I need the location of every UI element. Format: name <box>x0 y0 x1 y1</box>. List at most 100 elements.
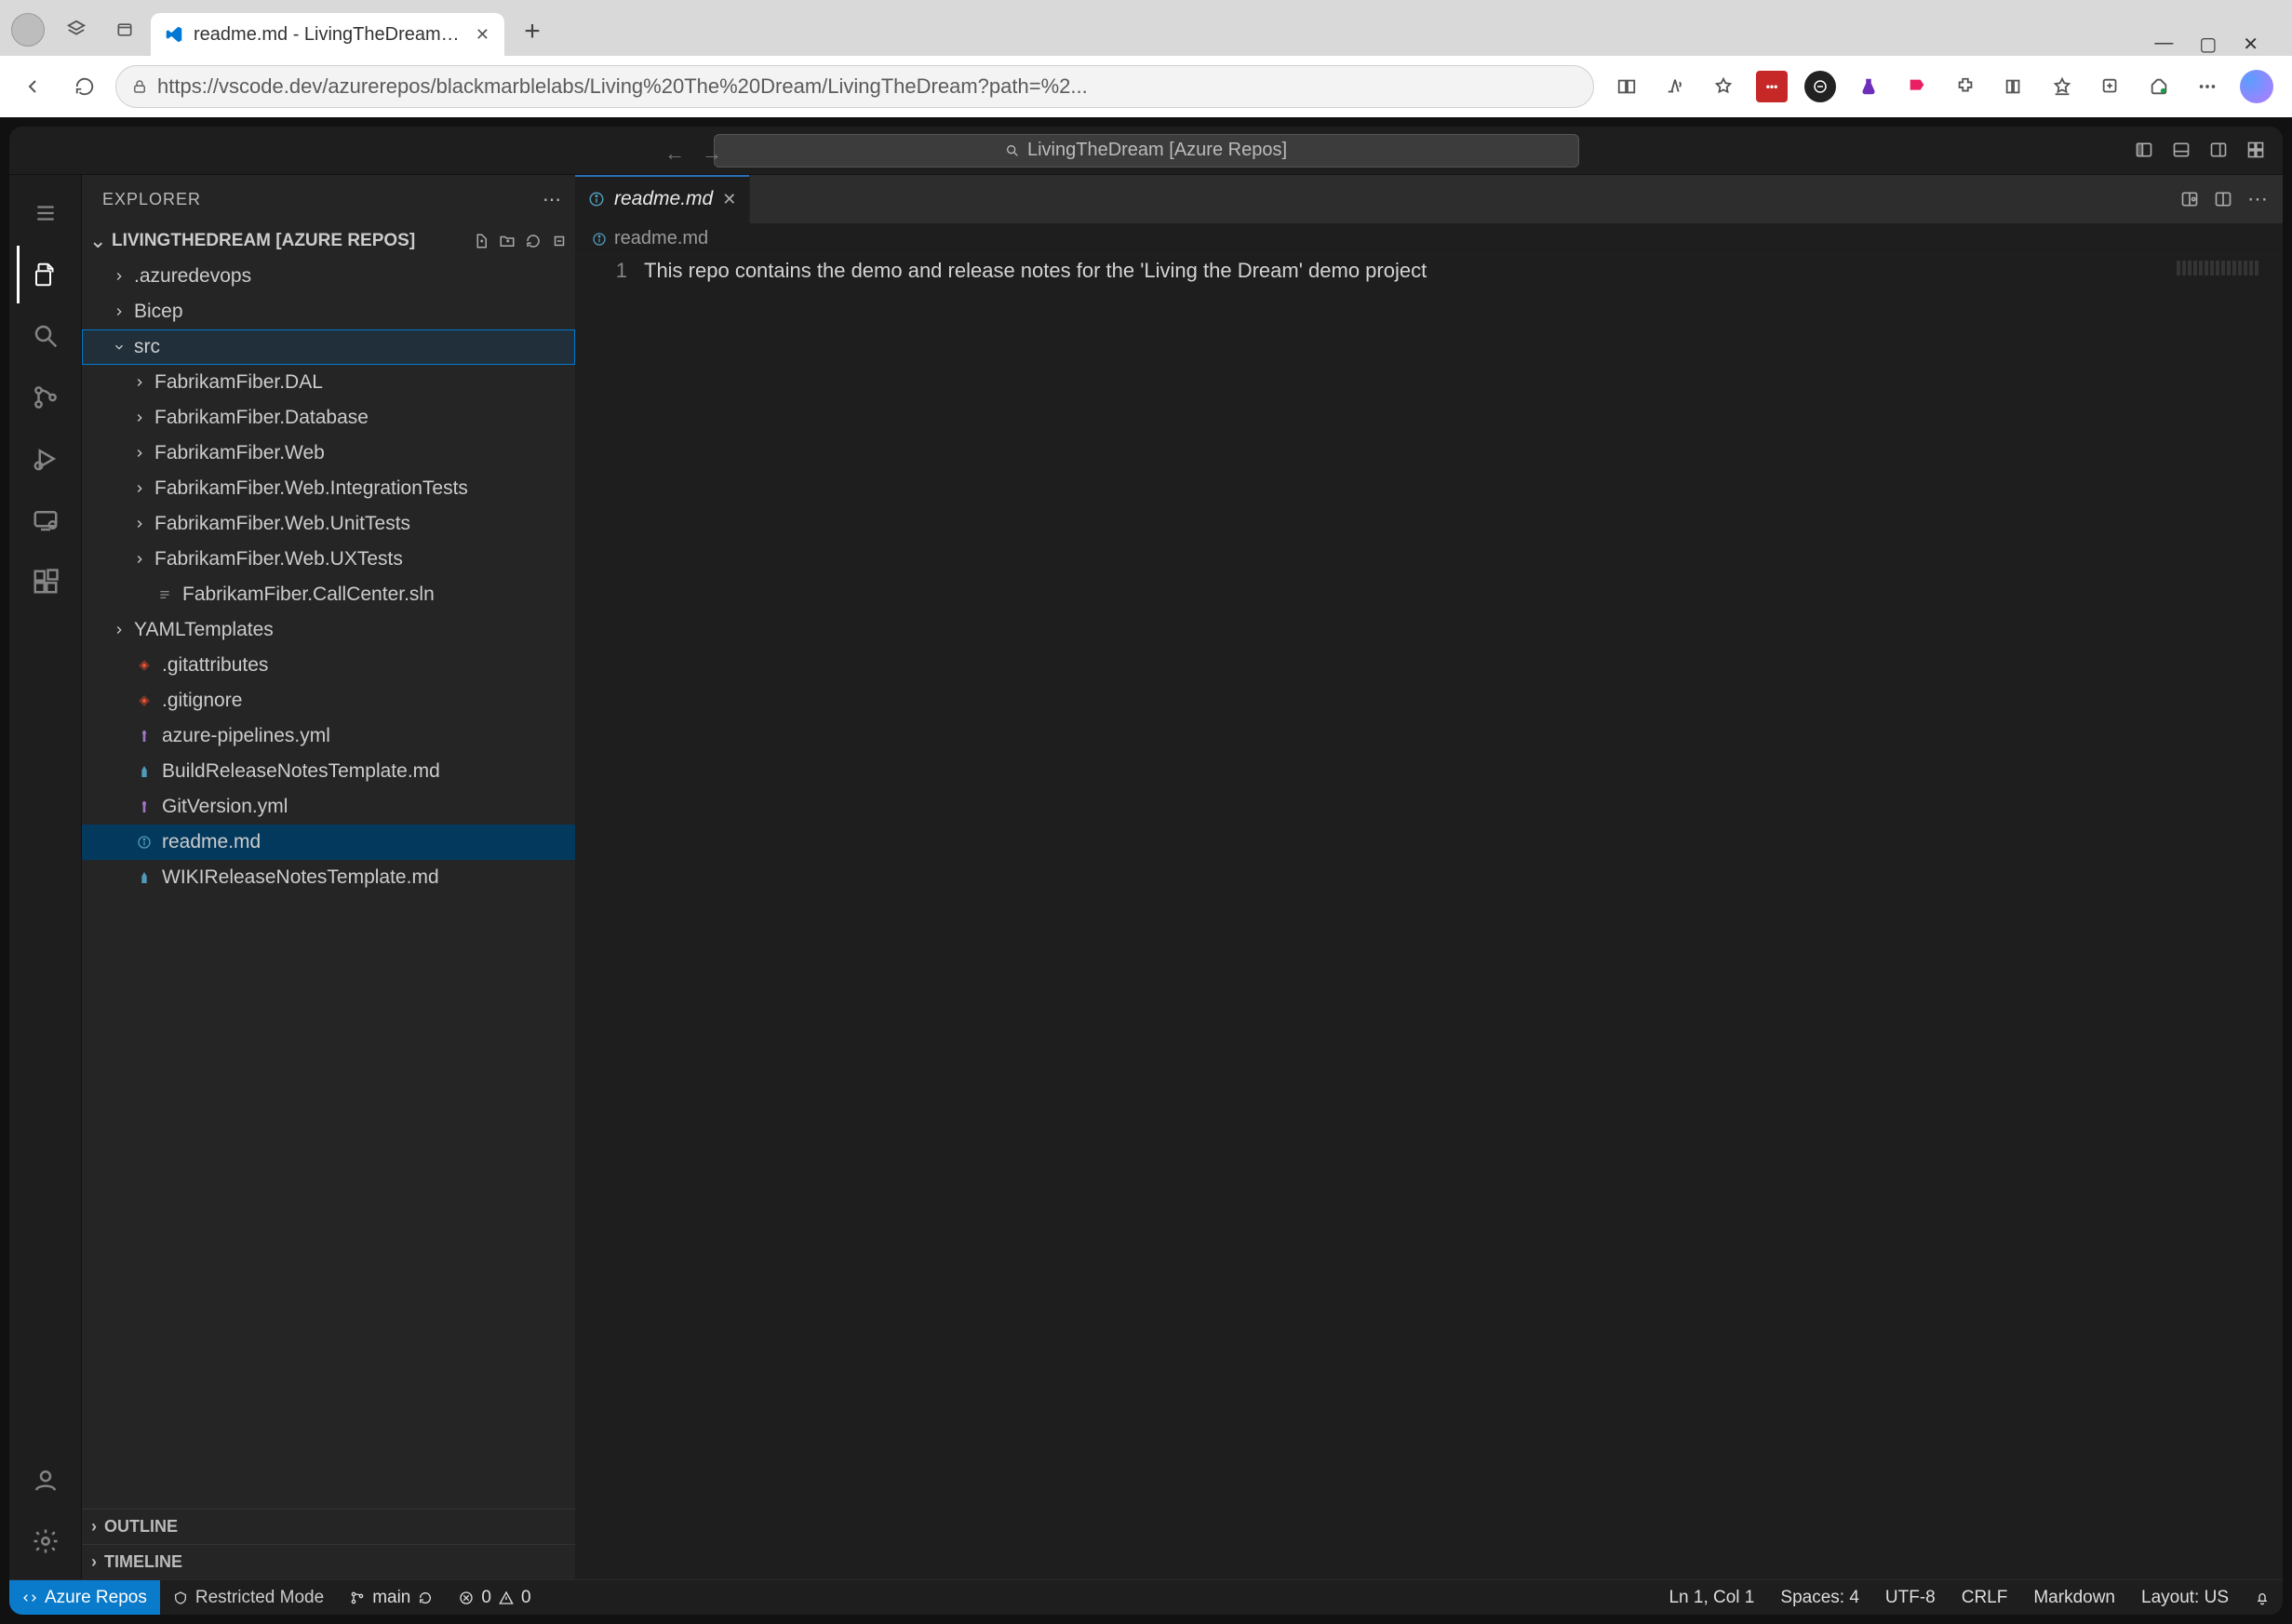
breadcrumb[interactable]: readme.md <box>575 223 2283 255</box>
minimap[interactable] <box>2177 261 2260 275</box>
explorer-icon[interactable] <box>17 246 74 303</box>
toggle-sidebar-icon[interactable] <box>2130 136 2158 164</box>
tree-file[interactable]: azure-pipelines.yml <box>82 718 575 754</box>
tab-close-icon[interactable]: ✕ <box>474 23 491 47</box>
split-editor-icon[interactable] <box>2214 190 2232 208</box>
tree-folder[interactable]: .azuredevops <box>82 259 575 294</box>
status-notifications-icon[interactable] <box>2242 1580 2283 1615</box>
shopping-icon[interactable] <box>2143 71 2175 102</box>
timeline-section[interactable]: › TIMELINE <box>82 1544 575 1579</box>
tree-file[interactable]: FabrikamFiber.CallCenter.sln <box>82 577 575 612</box>
status-branch[interactable]: main <box>337 1580 446 1615</box>
editor-more-icon[interactable]: ⋯ <box>2247 187 2268 211</box>
status-encoding[interactable]: UTF-8 <box>1872 1580 1949 1615</box>
lastpass-icon[interactable]: ••• <box>1756 71 1788 102</box>
command-center[interactable]: LivingTheDream [Azure Repos] <box>714 134 1579 168</box>
tree-folder[interactable]: FabrikamFiber.Web.UXTests <box>82 542 575 577</box>
code-area[interactable]: 1 This repo contains the demo and releas… <box>575 255 2283 1579</box>
extensions-icon[interactable] <box>1950 71 1981 102</box>
status-azure-repos[interactable]: Azure Repos <box>9 1580 160 1615</box>
sidebar-more-icon[interactable]: ⋯ <box>543 188 562 211</box>
editor-area: readme.md ✕ ⋯ r <box>575 175 2283 1579</box>
tree-file[interactable]: .gitattributes <box>82 648 575 683</box>
favorites-bar-icon[interactable] <box>2046 71 2078 102</box>
file-tree[interactable]: .azuredevopsBicepsrc FabrikamFiber.DAL Fab… <box>82 259 575 1509</box>
copilot-icon[interactable] <box>2240 70 2273 103</box>
chevron-icon <box>132 411 147 424</box>
tree-file[interactable]: GitVersion.yml <box>82 789 575 825</box>
new-folder-icon[interactable] <box>499 233 516 249</box>
browser-tab-active[interactable]: readme.md - LivingTheDream [Az ✕ <box>151 13 504 56</box>
status-restricted[interactable]: Restricted Mode <box>160 1580 337 1615</box>
read-aloud-icon[interactable] <box>1659 71 1691 102</box>
sidebar: EXPLORER ⋯ ⌄ LIVINGTHEDREAM [AZURE REPOS… <box>82 175 575 1579</box>
outline-section[interactable]: › OUTLINE <box>82 1509 575 1544</box>
status-spaces[interactable]: Spaces: 4 <box>1767 1580 1872 1615</box>
collapse-all-icon[interactable] <box>551 233 568 249</box>
tree-file[interactable]: WIKIReleaseNotesTemplate.md <box>82 860 575 895</box>
editor-tab-readme[interactable]: readme.md ✕ <box>575 175 750 223</box>
tree-folder[interactable]: FabrikamFiber.Web <box>82 436 575 471</box>
chevron-icon <box>112 341 127 354</box>
menu-icon[interactable] <box>17 184 74 242</box>
status-layout[interactable]: Layout: US <box>2128 1580 2242 1615</box>
more-icon[interactable] <box>2191 71 2223 102</box>
toggle-panel-icon[interactable] <box>2167 136 2195 164</box>
tree-label: FabrikamFiber.DAL <box>154 371 323 394</box>
status-problems[interactable]: 0 0 <box>446 1580 543 1615</box>
url-field[interactable]: https://vscode.dev/azurerepos/blackmarbl… <box>115 65 1594 108</box>
status-lang[interactable]: Markdown <box>2020 1580 2128 1615</box>
favorite-icon[interactable] <box>1708 71 1739 102</box>
tree-folder[interactable]: FabrikamFiber.Database <box>82 400 575 436</box>
settings-gear-icon[interactable] <box>17 1512 74 1570</box>
workspaces-icon[interactable] <box>58 11 95 48</box>
editor-nav-fwd-icon[interactable]: → <box>698 140 726 168</box>
collections-icon[interactable] <box>1998 71 2030 102</box>
window-close-icon[interactable]: ✕ <box>2243 33 2258 56</box>
tree-file[interactable]: readme.md <box>82 825 575 860</box>
tab-actions-icon[interactable] <box>106 11 143 48</box>
file-type-icon <box>154 587 175 602</box>
remote-icon[interactable] <box>17 491 74 549</box>
search-activity-icon[interactable] <box>17 307 74 365</box>
customize-layout-icon[interactable] <box>2242 136 2270 164</box>
tree-file[interactable]: .gitignore <box>82 683 575 718</box>
new-file-icon[interactable] <box>473 233 489 249</box>
tree-label: GitVersion.yml <box>162 796 288 818</box>
dark-ext-icon[interactable] <box>1804 71 1836 102</box>
scm-icon[interactable] <box>17 369 74 426</box>
tree-folder[interactable]: FabrikamFiber.Web.UnitTests <box>82 506 575 542</box>
split-screen-icon[interactable] <box>1611 71 1642 102</box>
refresh-explorer-icon[interactable] <box>525 233 542 249</box>
extensions-activity-icon[interactable] <box>17 553 74 611</box>
feedback-icon[interactable] <box>1901 71 1933 102</box>
debug-icon[interactable] <box>17 430 74 488</box>
addtab-collection-icon[interactable] <box>2095 71 2126 102</box>
tree-file[interactable]: BuildReleaseNotesTemplate.md <box>82 754 575 789</box>
chevron-right-icon: › <box>91 1552 97 1572</box>
tree-folder[interactable]: Bicep <box>82 294 575 329</box>
nav-back-button[interactable] <box>11 65 54 108</box>
tree-label: BuildReleaseNotesTemplate.md <box>162 760 440 783</box>
sidebar-section-header[interactable]: ⌄ LIVINGTHEDREAM [AZURE REPOS] <box>82 223 575 259</box>
tree-label: azure-pipelines.yml <box>162 725 330 747</box>
tree-folder[interactable]: src <box>82 329 575 365</box>
nav-refresh-button[interactable] <box>63 65 106 108</box>
tree-folder[interactable]: FabrikamFiber.Web.IntegrationTests <box>82 471 575 506</box>
browser-tab-title: readme.md - LivingTheDream [Az <box>194 24 464 46</box>
toggle-secondary-icon[interactable] <box>2205 136 2232 164</box>
status-lncol[interactable]: Ln 1, Col 1 <box>1655 1580 1767 1615</box>
accounts-icon[interactable] <box>17 1451 74 1509</box>
new-tab-button[interactable]: + <box>514 13 551 50</box>
editor-tab-filename: readme.md <box>614 188 713 210</box>
window-minimize-icon[interactable]: — <box>2154 33 2173 56</box>
tree-folder[interactable]: FabrikamFiber.DAL <box>82 365 575 400</box>
status-eol[interactable]: CRLF <box>1949 1580 2021 1615</box>
editor-nav-back-icon[interactable]: ← <box>661 140 689 168</box>
editor-tab-close-icon[interactable]: ✕ <box>722 190 736 209</box>
preview-icon[interactable] <box>2180 190 2199 208</box>
testbeaker-icon[interactable] <box>1853 71 1884 102</box>
window-maximize-icon[interactable]: ▢ <box>2199 33 2217 56</box>
tree-folder[interactable]: YAMLTemplates <box>82 612 575 648</box>
profile-avatar[interactable] <box>11 13 45 47</box>
